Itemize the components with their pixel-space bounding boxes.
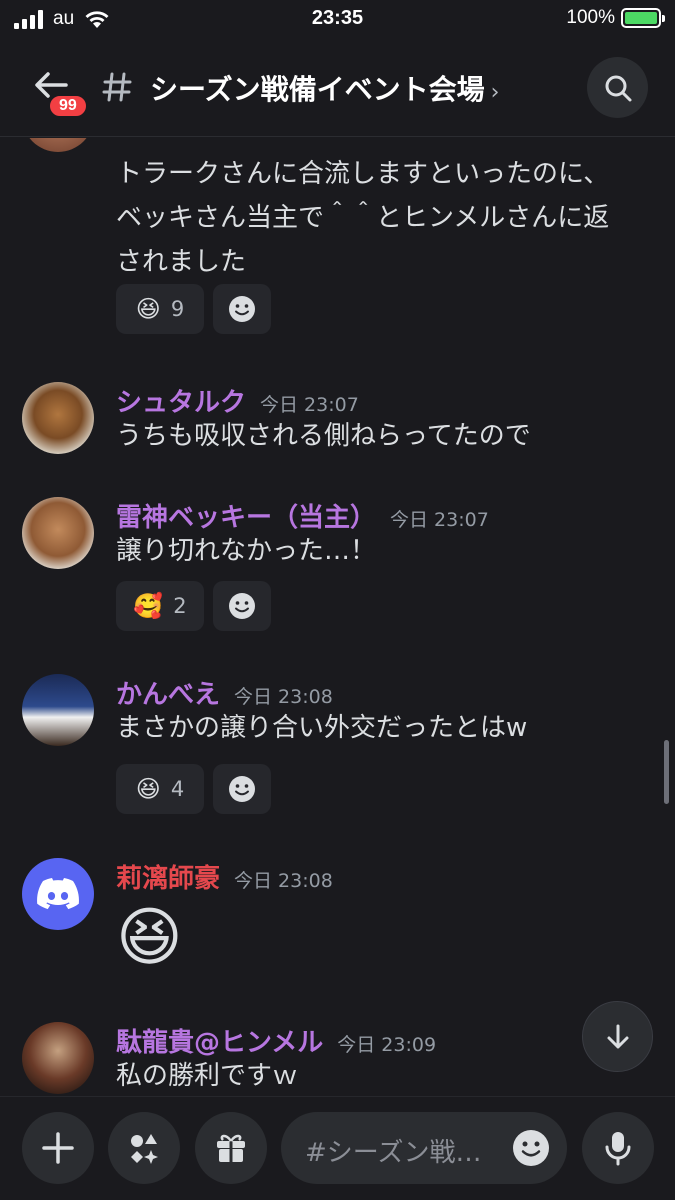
- reaction-button[interactable]: 🥰 2: [116, 581, 204, 631]
- channel-title[interactable]: シーズン戦備イベント会場 ›: [150, 68, 499, 108]
- smiling-hearts-emoji-icon: 🥰: [133, 592, 164, 620]
- author-label: 莉漓師豪: [116, 864, 221, 894]
- search-icon: [605, 75, 631, 101]
- apps-button[interactable]: [108, 1112, 180, 1184]
- gift-button[interactable]: [195, 1112, 267, 1184]
- laughing-emoji-icon: 😆: [135, 295, 161, 323]
- message-text: トラークさんに合流しますといったのに、ベッキさん当主で＾＾とヒンメルさんに返され…: [116, 159, 610, 277]
- avatar[interactable]: [22, 1022, 94, 1094]
- reaction-count: 2: [173, 594, 187, 618]
- timestamp: 今日 23:07: [260, 394, 359, 416]
- reaction-count: 4: [170, 777, 185, 801]
- large-emoji: 😆: [116, 901, 183, 975]
- emoji-picker-icon[interactable]: [511, 1128, 551, 1168]
- channel-header: シーズン戦備イベント会場 ›: [0, 40, 675, 137]
- microphone-icon: [605, 1132, 631, 1166]
- hashtag-icon: [102, 72, 132, 102]
- jump-to-latest-button[interactable]: [582, 1001, 653, 1072]
- laughing-emoji-icon: 😆: [135, 775, 161, 803]
- author-name[interactable]: 莉漓師豪 今日 23:08: [116, 858, 333, 895]
- avatar[interactable]: [22, 138, 94, 152]
- battery-icon: [621, 8, 665, 28]
- add-reaction-button[interactable]: [213, 764, 271, 814]
- add-attachment-button[interactable]: [22, 1112, 94, 1184]
- status-bar: au 23:35 100%: [0, 0, 675, 40]
- voice-message-button[interactable]: [582, 1112, 654, 1184]
- avatar[interactable]: [22, 674, 94, 746]
- add-reaction-button[interactable]: [213, 284, 271, 334]
- message-list[interactable]: トラークさんに合流しますといったのに、ベッキさん当主で＾＾とヒンメルさんに返され…: [0, 138, 675, 1094]
- reaction-count: 9: [170, 297, 185, 321]
- battery-percent: 100%: [566, 7, 615, 28]
- unread-badge: 99: [47, 93, 89, 119]
- discord-logo-icon: [37, 878, 79, 910]
- message-input-placeholder: #シーズン戦…: [305, 1138, 482, 1168]
- reaction-button[interactable]: 😆 4: [116, 764, 204, 814]
- timestamp: 今日 23:08: [234, 686, 333, 708]
- timestamp: 今日 23:08: [234, 870, 333, 892]
- apps-icon: [131, 1134, 158, 1164]
- message-input[interactable]: #シーズン戦…: [281, 1112, 567, 1184]
- message-text: 私の勝利ですｗ: [116, 1061, 299, 1091]
- message-text: まさかの譲り合い外交だったとはw: [116, 713, 528, 743]
- smile-icon: [229, 296, 255, 322]
- gift-icon: [217, 1134, 245, 1162]
- composer-bar: #シーズン戦…: [0, 1096, 675, 1200]
- channel-name: シーズン戦備イベント会場: [150, 73, 485, 106]
- message-text: 譲り切れなかった…！: [116, 536, 377, 566]
- timestamp: 今日 23:07: [390, 509, 489, 531]
- avatar[interactable]: [22, 497, 94, 569]
- smile-icon: [229, 776, 255, 802]
- avatar[interactable]: [22, 382, 94, 454]
- smile-icon: [229, 593, 255, 619]
- timestamp: 今日 23:09: [337, 1034, 437, 1056]
- plus-icon: [42, 1132, 74, 1164]
- reaction-button[interactable]: 😆 9: [116, 284, 204, 334]
- add-reaction-button[interactable]: [213, 581, 271, 631]
- message-text: うちも吸収される側ねらってたので: [116, 421, 531, 451]
- avatar[interactable]: [22, 858, 94, 930]
- arrow-down-icon: [607, 1024, 628, 1048]
- search-button[interactable]: [587, 57, 648, 118]
- chevron-right-icon: ›: [490, 80, 500, 105]
- scroll-indicator[interactable]: [664, 740, 669, 804]
